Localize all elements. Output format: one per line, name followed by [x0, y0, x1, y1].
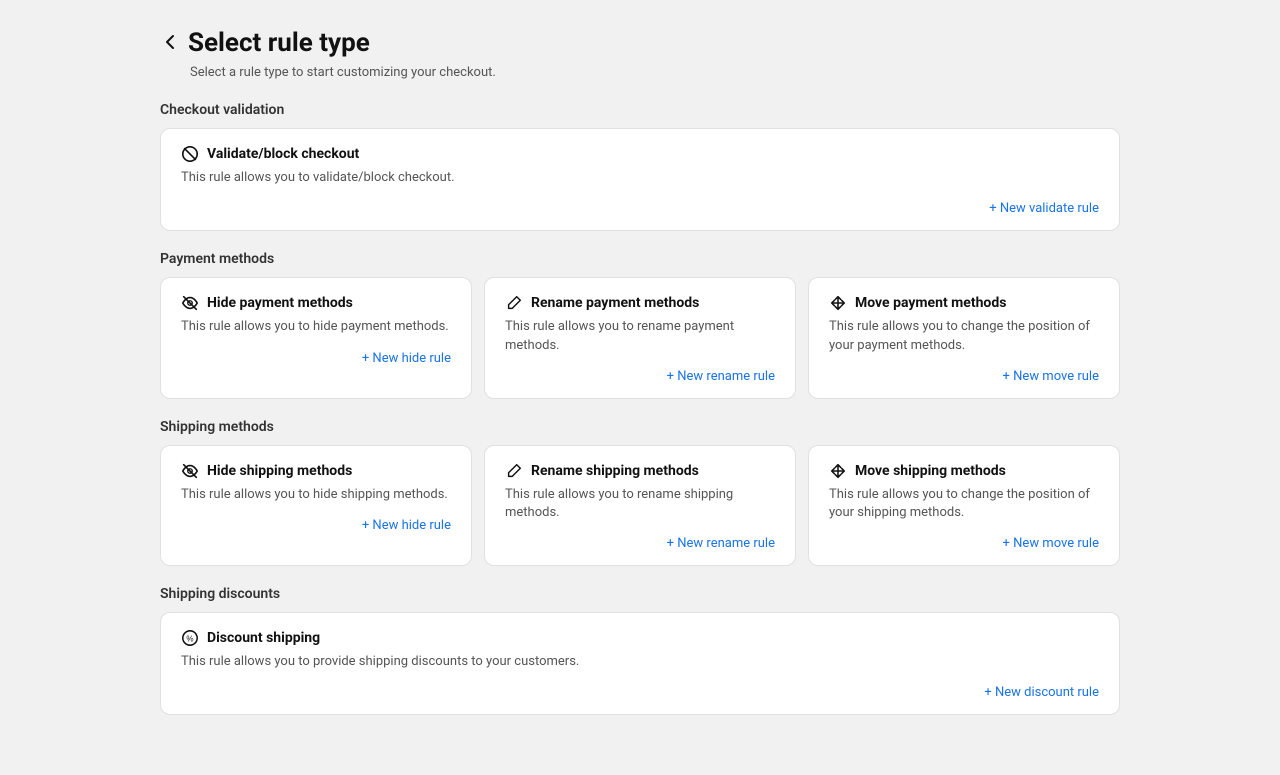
- hide-icon: [181, 294, 199, 312]
- card-header-discount-shipping: Discount shipping: [181, 629, 1099, 647]
- card-title-hide-payment: Hide payment methods: [207, 295, 353, 311]
- card-header-hide-shipping: Hide shipping methods: [181, 462, 451, 480]
- action-link-validate-block[interactable]: + New validate rule: [989, 201, 1099, 216]
- hide-icon: [181, 462, 199, 480]
- card-action-rename-payment: + New rename rule: [505, 369, 775, 384]
- section-shipping-discounts: Shipping discounts Discount shipping Thi…: [160, 586, 1120, 715]
- card-action-validate-block: + New validate rule: [181, 201, 1099, 216]
- card-action-rename-shipping: + New rename rule: [505, 536, 775, 551]
- card-title-hide-shipping: Hide shipping methods: [207, 463, 352, 479]
- section-shipping-methods: Shipping methods Hide shipping methods T…: [160, 419, 1120, 566]
- card-rename-payment: Rename payment methods This rule allows …: [484, 277, 796, 398]
- card-desc-hide-shipping: This rule allows you to hide shipping me…: [181, 486, 451, 504]
- action-link-move-payment[interactable]: + New move rule: [1003, 369, 1099, 384]
- card-row-shipping-methods: Hide shipping methods This rule allows y…: [160, 445, 1120, 566]
- rename-icon: [505, 462, 523, 480]
- card-desc-move-shipping: This rule allows you to change the posit…: [829, 486, 1099, 522]
- move-icon: [829, 294, 847, 312]
- section-title-shipping-discounts: Shipping discounts: [160, 586, 1120, 602]
- page-subtitle: Select a rule type to start customizing …: [190, 65, 1120, 80]
- card-action-discount-shipping: + New discount rule: [181, 685, 1099, 700]
- block-icon: [181, 145, 199, 163]
- card-header-move-payment: Move payment methods: [829, 294, 1099, 312]
- card-title-rename-payment: Rename payment methods: [531, 295, 699, 311]
- card-desc-move-payment: This rule allows you to change the posit…: [829, 318, 1099, 354]
- card-hide-shipping: Hide shipping methods This rule allows y…: [160, 445, 472, 566]
- card-title-move-payment: Move payment methods: [855, 295, 1006, 311]
- section-payment-methods: Payment methods Hide payment methods Thi…: [160, 251, 1120, 398]
- card-desc-validate-block: This rule allows you to validate/block c…: [181, 169, 1099, 187]
- sections-container: Checkout validation Validate/block check…: [160, 102, 1120, 715]
- card-header-validate-block: Validate/block checkout: [181, 145, 1099, 163]
- card-action-move-shipping: + New move rule: [829, 536, 1099, 551]
- card-header-hide-payment: Hide payment methods: [181, 294, 451, 312]
- card-desc-rename-payment: This rule allows you to rename payment m…: [505, 318, 775, 354]
- action-link-discount-shipping[interactable]: + New discount rule: [984, 685, 1099, 700]
- card-desc-discount-shipping: This rule allows you to provide shipping…: [181, 653, 1099, 671]
- card-action-move-payment: + New move rule: [829, 369, 1099, 384]
- action-link-rename-payment[interactable]: + New rename rule: [667, 369, 775, 384]
- section-checkout-validation: Checkout validation Validate/block check…: [160, 102, 1120, 231]
- card-title-rename-shipping: Rename shipping methods: [531, 463, 699, 479]
- section-title-checkout-validation: Checkout validation: [160, 102, 1120, 118]
- action-link-hide-shipping[interactable]: + New hide rule: [362, 518, 451, 533]
- card-title-discount-shipping: Discount shipping: [207, 630, 320, 646]
- section-title-shipping-methods: Shipping methods: [160, 419, 1120, 435]
- card-action-hide-payment: + New hide rule: [181, 351, 451, 366]
- card-header-rename-shipping: Rename shipping methods: [505, 462, 775, 480]
- move-icon: [829, 462, 847, 480]
- card-discount-shipping: Discount shipping This rule allows you t…: [160, 612, 1120, 715]
- page-title: Select rule type: [188, 28, 370, 59]
- card-title-move-shipping: Move shipping methods: [855, 463, 1006, 479]
- back-button[interactable]: [160, 32, 180, 52]
- card-validate-block: Validate/block checkout This rule allows…: [160, 128, 1120, 231]
- card-header-rename-payment: Rename payment methods: [505, 294, 775, 312]
- card-title-validate-block: Validate/block checkout: [207, 146, 359, 162]
- section-title-payment-methods: Payment methods: [160, 251, 1120, 267]
- rename-icon: [505, 294, 523, 312]
- card-desc-rename-shipping: This rule allows you to rename shipping …: [505, 486, 775, 522]
- action-link-hide-payment[interactable]: + New hide rule: [362, 351, 451, 366]
- card-hide-payment: Hide payment methods This rule allows yo…: [160, 277, 472, 398]
- header: Select rule type Select a rule type to s…: [160, 28, 1120, 80]
- card-header-move-shipping: Move shipping methods: [829, 462, 1099, 480]
- card-row-payment-methods: Hide payment methods This rule allows yo…: [160, 277, 1120, 398]
- card-move-payment: Move payment methods This rule allows yo…: [808, 277, 1120, 398]
- card-move-shipping: Move shipping methods This rule allows y…: [808, 445, 1120, 566]
- card-action-hide-shipping: + New hide rule: [181, 518, 451, 533]
- action-link-rename-shipping[interactable]: + New rename rule: [667, 536, 775, 551]
- card-rename-shipping: Rename shipping methods This rule allows…: [484, 445, 796, 566]
- discount-icon: [181, 629, 199, 647]
- card-desc-hide-payment: This rule allows you to hide payment met…: [181, 318, 451, 336]
- action-link-move-shipping[interactable]: + New move rule: [1003, 536, 1099, 551]
